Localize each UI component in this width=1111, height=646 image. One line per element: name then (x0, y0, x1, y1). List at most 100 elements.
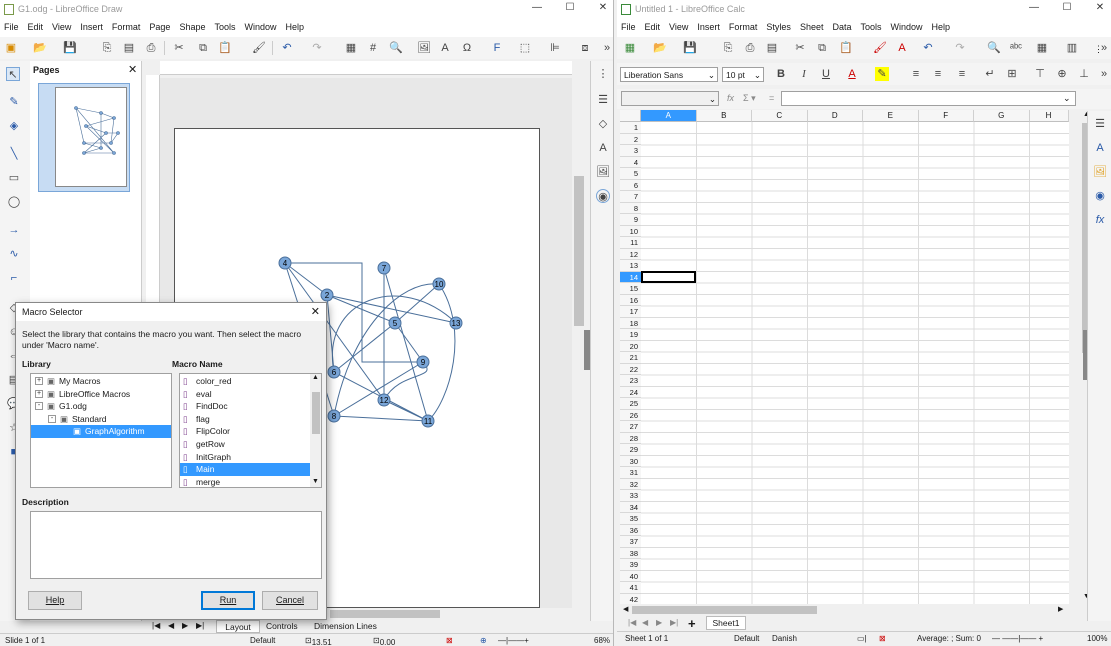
row-header[interactable]: 32 (620, 478, 641, 490)
graph-node[interactable]: 8 (327, 409, 341, 423)
row-header[interactable]: 3 (620, 145, 641, 157)
calc-horizontal-scrollbar[interactable]: ◀ ▶ (620, 604, 1069, 616)
column-header[interactable]: D (807, 110, 863, 122)
tab-layout[interactable]: Layout (216, 620, 260, 633)
redo-icon[interactable]: ↷ (953, 41, 967, 55)
wrap-icon[interactable]: ↵ (983, 67, 997, 81)
navigator-icon[interactable]: ◉ (1093, 189, 1107, 203)
calc-menu-insert[interactable]: Insert (697, 19, 725, 37)
row-header[interactable]: 5 (620, 168, 641, 180)
expander-icon[interactable]: + (35, 389, 43, 398)
copy-icon[interactable]: ⧉ (815, 41, 829, 55)
row-header[interactable]: 14 (620, 271, 641, 283)
calc-menu-help[interactable]: Help (932, 19, 956, 37)
open-icon[interactable]: 📂 (653, 41, 667, 55)
row-header[interactable]: 11 (620, 237, 641, 249)
row-header[interactable]: 30 (620, 455, 641, 467)
library-item[interactable]: + ▣ LibreOffice Macros (31, 388, 171, 401)
prev-tab-icon[interactable]: ◀ (168, 621, 174, 630)
macro-item[interactable]: ▯ getRow (180, 438, 310, 451)
scroll-up-icon[interactable]: ▲ (312, 374, 319, 381)
help-button[interactable]: Help (28, 591, 82, 610)
scroll-left-icon[interactable]: ◀ (623, 605, 628, 613)
new-icon[interactable]: ▦ (623, 41, 637, 55)
scroll-thumb[interactable] (632, 606, 817, 614)
align-left-icon[interactable]: ≡ (909, 67, 923, 81)
column-header[interactable]: A (641, 110, 697, 122)
macro-list[interactable]: ▯ color_red ▯ eval ▯ FindDoc ▯ flag ▯ FlipColor ▯ g… (179, 373, 322, 488)
formula-icon[interactable]: = (769, 93, 774, 103)
add-sheet-icon[interactable]: + (688, 616, 696, 631)
row-header[interactable]: 31 (620, 467, 641, 479)
font-name-combo[interactable]: Liberation Sans ⌄ (620, 67, 718, 82)
maximize-icon[interactable]: ☐ (1060, 2, 1074, 13)
zoom-level[interactable]: 100% (1087, 634, 1107, 643)
print-icon[interactable]: ⎙ (743, 41, 757, 55)
column-header[interactable]: H (1029, 110, 1069, 122)
zoom-slider[interactable]: — ——|—— + (992, 634, 1043, 643)
row-header[interactable]: 21 (620, 352, 641, 364)
merge-icon[interactable]: ⊞ (1005, 67, 1019, 81)
expander-icon[interactable]: - (35, 402, 43, 411)
graph-node[interactable]: 7 (377, 261, 391, 275)
align-right-icon[interactable]: ≡ (955, 67, 969, 81)
paste-icon[interactable]: 📋 (839, 41, 853, 55)
row-header[interactable]: 20 (620, 340, 641, 352)
align-bottom-icon[interactable]: ⊥ (1077, 67, 1091, 81)
sheet-tab[interactable]: Sheet1 (706, 616, 746, 630)
row-header[interactable]: 16 (620, 294, 641, 306)
spelling-icon[interactable]: ᵃᵇᶜ (1009, 41, 1023, 55)
zoom-slider[interactable]: —|——+ (498, 636, 529, 645)
spreadsheet-grid[interactable] (641, 122, 1069, 604)
expander-icon[interactable]: + (35, 377, 43, 385)
sum-icon[interactable]: Σ ▾ (743, 93, 756, 104)
row-header[interactable]: 28 (620, 432, 641, 444)
graph-node[interactable]: 6 (327, 365, 341, 379)
clear-formatting-icon[interactable]: A (895, 41, 909, 55)
row-header[interactable]: 34 (620, 501, 641, 513)
library-item[interactable]: ▣ GraphAlgorithm (31, 425, 171, 438)
underline-icon[interactable]: U (819, 67, 833, 81)
macro-item[interactable]: ▯ color_red (180, 375, 310, 388)
row-header[interactable]: 39 (620, 559, 641, 571)
library-item[interactable]: - ▣ Standard (31, 413, 171, 426)
row-header[interactable]: 27 (620, 421, 641, 433)
row-header[interactable]: 13 (620, 260, 641, 272)
scroll-thumb[interactable] (574, 176, 584, 326)
selection-mode-icon[interactable]: ▭| (857, 634, 867, 643)
print-preview-icon[interactable]: ▤ (765, 41, 779, 55)
more-icon[interactable]: » (1097, 67, 1111, 81)
row-header[interactable]: 24 (620, 386, 641, 398)
calc-menu-view[interactable]: View (669, 19, 693, 37)
prev-sheet-icon[interactable]: ◀ (642, 618, 648, 627)
graph-node[interactable]: 11 (421, 414, 435, 428)
row-header[interactable]: 40 (620, 570, 641, 582)
next-sheet-icon[interactable]: ▶ (656, 618, 662, 627)
graph-node[interactable]: 4 (278, 256, 292, 270)
row-header[interactable]: 38 (620, 547, 641, 559)
row-header[interactable]: 7 (620, 191, 641, 203)
formula-input[interactable] (781, 91, 1076, 106)
expander-icon[interactable]: - (48, 414, 56, 423)
name-box[interactable]: ⌄ (621, 91, 719, 106)
macro-item[interactable]: ▯ FlipColor (180, 425, 310, 438)
graph-node[interactable]: 12 (377, 393, 391, 407)
column-header[interactable]: G (974, 110, 1030, 122)
macro-item[interactable]: ▯ flag (180, 413, 310, 426)
library-item[interactable]: - ▣ G1.odg (31, 400, 171, 413)
export-pdf-icon[interactable]: ⎘ (721, 41, 735, 55)
row-header[interactable]: 41 (620, 582, 641, 594)
row-header[interactable]: 29 (620, 444, 641, 456)
tab-controls[interactable]: Controls (266, 621, 298, 631)
sidebar-menu-icon[interactable]: ⋮ (596, 67, 610, 81)
close-icon[interactable]: ✕ (1093, 2, 1107, 13)
calc-menu-styles[interactable]: Styles (766, 19, 796, 37)
zoom-level[interactable]: 68% (594, 636, 610, 645)
column-icon[interactable]: ▥ (1065, 41, 1079, 55)
row-header[interactable]: 23 (620, 375, 641, 387)
macro-item[interactable]: ▯ Main (180, 463, 310, 476)
row-header[interactable]: 25 (620, 398, 641, 410)
scroll-right-icon[interactable]: ▶ (1058, 605, 1063, 613)
row-header[interactable]: 12 (620, 248, 641, 260)
function-wizard-icon[interactable]: fx (727, 93, 734, 103)
